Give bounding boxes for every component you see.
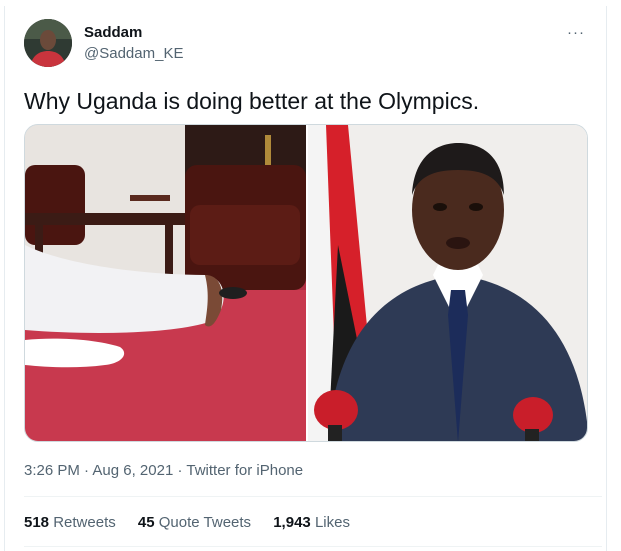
quotes-label: Quote Tweets [158, 514, 252, 531]
more-options-icon[interactable]: ··· [567, 24, 585, 41]
divider [24, 546, 602, 547]
tweet-date[interactable]: Aug 6, 2021 [92, 462, 173, 479]
quotes-count: 45 [137, 514, 155, 531]
photo-man-lying-on-carpet[interactable] [25, 125, 306, 441]
likes-stat[interactable]: 1,943 Likes [273, 514, 350, 531]
tweet-source[interactable]: Twitter for iPhone [186, 462, 303, 479]
tweet-text: Why Uganda is doing better at the Olympi… [24, 88, 480, 114]
likes-label: Likes [314, 514, 350, 531]
tweet-time[interactable]: 3:26 PM [24, 462, 80, 479]
photo-right-image [308, 125, 587, 441]
user-handle[interactable]: @Saddam_KE [84, 45, 183, 62]
photo-man-speaking-at-podium[interactable] [308, 125, 587, 441]
tweet-stats: 518 Retweets 45 Quote Tweets 1,943 Likes [24, 514, 368, 531]
retweets-count: 518 [24, 514, 50, 531]
likes-count: 1,943 [273, 514, 311, 531]
user-name[interactable]: Saddam [84, 24, 142, 41]
divider [24, 496, 602, 497]
retweets-stat[interactable]: 518 Retweets [24, 514, 116, 531]
tweet-meta: 3:26 PM · Aug 6, 2021 · Twitter for iPho… [24, 462, 303, 479]
avatar-image [24, 19, 72, 67]
avatar[interactable] [24, 19, 72, 67]
retweets-label: Retweets [53, 514, 116, 531]
photo-left-image [25, 125, 306, 441]
quote-tweets-stat[interactable]: 45 Quote Tweets [138, 514, 251, 531]
tweet-media[interactable] [24, 124, 588, 442]
